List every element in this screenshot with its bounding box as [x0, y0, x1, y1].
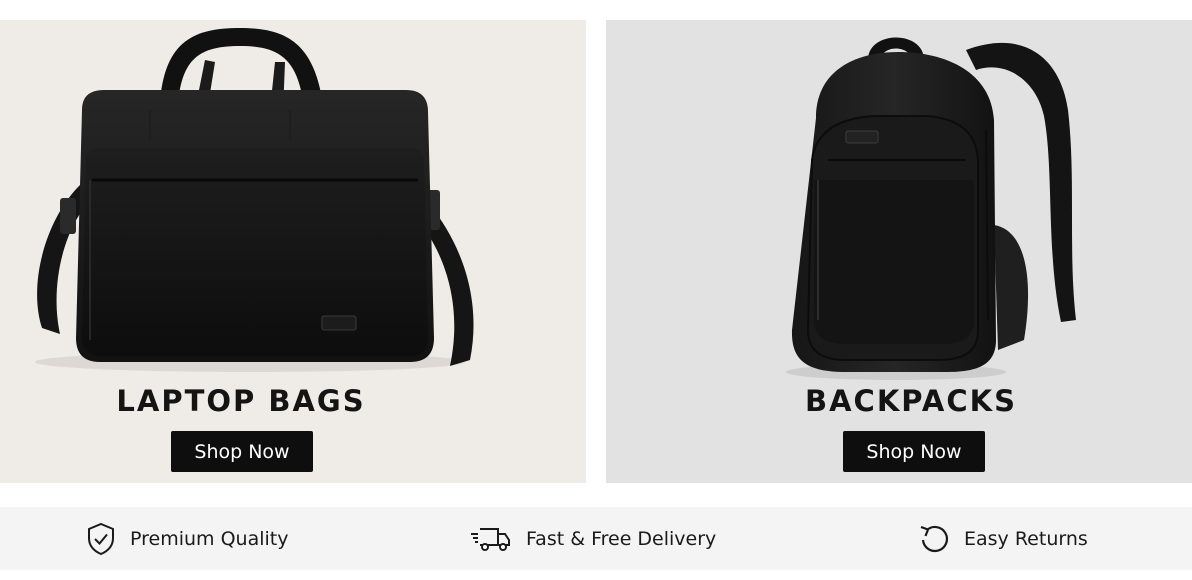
- backpack-image: [786, 37, 1076, 380]
- category-title: LAPTOP BAGS: [116, 384, 366, 418]
- category-card-backpacks[interactable]: BACKPACKS Shop Now: [606, 20, 1192, 483]
- category-card-laptop-bags[interactable]: LAPTOP BAGS Shop Now: [0, 20, 586, 483]
- shop-now-button-backpacks[interactable]: Shop Now: [843, 431, 985, 472]
- feature-easy-returns: Easy Returns: [918, 507, 1088, 570]
- feature-bar: Premium Quality Fast & Free Delivery Eas…: [0, 507, 1192, 570]
- returns-icon: [918, 523, 950, 555]
- laptop-bag-image: [35, 28, 474, 372]
- category-title: BACKPACKS: [805, 384, 1017, 418]
- category-section: LAPTOP BAGS Shop Now BACKPACKS Shop Now …: [0, 0, 1192, 580]
- shop-now-button-laptop-bags[interactable]: Shop Now: [171, 431, 313, 472]
- feature-label: Easy Returns: [964, 527, 1088, 550]
- delivery-truck-icon: [470, 524, 512, 554]
- feature-label: Fast & Free Delivery: [526, 527, 717, 550]
- shield-check-icon: [86, 522, 116, 556]
- feature-premium-quality: Premium Quality: [86, 507, 288, 570]
- feature-label: Premium Quality: [130, 527, 289, 550]
- feature-fast-free-delivery: Fast & Free Delivery: [470, 507, 716, 570]
- section-heading-cropped: [0, 0, 1192, 20]
